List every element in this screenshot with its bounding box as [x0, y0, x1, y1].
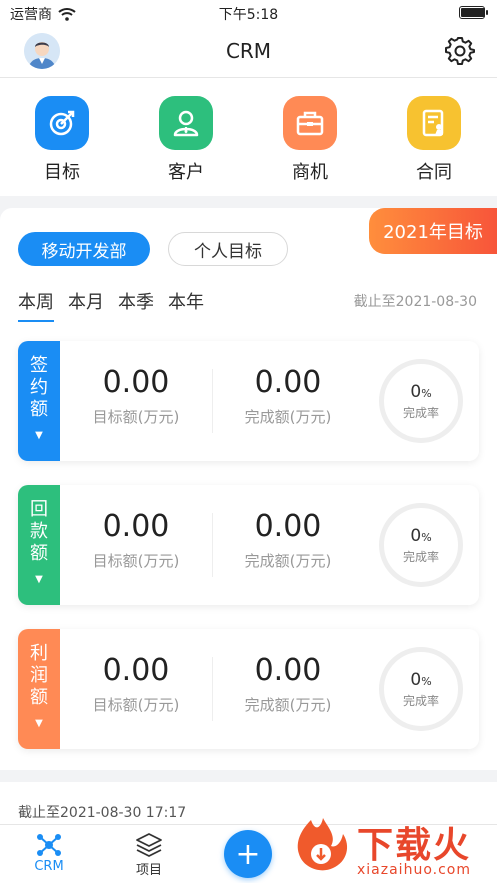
metric-done: 0.00 完成额(万元) — [208, 365, 368, 427]
completion-rate-label: 完成率 — [402, 406, 439, 420]
watermark-text: 下载火 — [357, 825, 472, 866]
completion-rate: 0% — [384, 670, 458, 690]
metric-target: 0.00 目标额(万元) — [56, 509, 216, 571]
caret-down-icon: ▼ — [35, 718, 43, 729]
deadline-label: 截止至2021-08-30 — [353, 294, 477, 310]
plus-icon: + — [235, 836, 261, 872]
person-icon — [173, 110, 199, 137]
completion-ring: 0% 完成率 — [379, 647, 463, 731]
metric-side-char: 润 — [30, 665, 48, 686]
metric-side-char: 额 — [30, 399, 48, 420]
tab-label: 项目 — [135, 863, 162, 878]
completion-rate-unit: % — [421, 675, 432, 688]
nav-bar: CRM — [0, 26, 497, 78]
quick-action-label: 客户 — [168, 162, 204, 183]
status-bar: 运营商 下午5:18 — [0, 0, 497, 26]
caret-down-icon: ▼ — [35, 430, 43, 441]
period-tab-year[interactable]: 本年 — [168, 288, 204, 322]
metric-side-tab[interactable]: 回 款 额 ▼ — [18, 485, 60, 605]
metric-side-tab[interactable]: 利 润 额 ▼ — [18, 629, 60, 749]
quick-action-label: 商机 — [292, 162, 328, 183]
completion-rate-value: 0 — [410, 526, 422, 546]
watermark-url: xiazaihuo.com — [357, 862, 471, 878]
metric-target-label: 目标额(万元) — [92, 696, 180, 714]
battery-icon — [459, 6, 488, 19]
contract-tile — [407, 96, 461, 150]
quick-action-contract[interactable]: 合同 — [394, 96, 474, 184]
layers-icon — [114, 831, 184, 859]
metric-card-collection[interactable]: 回 款 额 ▼ 0.00 目标额(万元) 0.00 完成额(万元) 0% 完成率 — [18, 485, 479, 605]
metric-side-char: 回 — [30, 499, 48, 520]
status-time: 下午5:18 — [218, 7, 279, 23]
metric-done: 0.00 完成额(万元) — [208, 653, 368, 715]
metric-card-profit[interactable]: 利 润 额 ▼ 0.00 目标额(万元) 0.00 完成额(万元) 0% 完成率 — [18, 629, 479, 749]
quick-action-target[interactable]: 目标 — [22, 96, 102, 184]
caret-down-icon: ▼ — [35, 574, 43, 585]
footer-deadline: 截止至2021-08-30 17:17 — [18, 805, 187, 821]
metric-side-char: 约 — [30, 377, 48, 398]
target-icon — [49, 110, 75, 136]
tab-label: CRM — [34, 859, 64, 874]
completion-rate-unit: % — [421, 387, 432, 400]
completion-rate-unit: % — [421, 531, 432, 544]
scope-tab-department[interactable]: 移动开发部 — [18, 232, 150, 266]
metric-target-label: 目标额(万元) — [92, 552, 180, 570]
completion-rate: 0% — [384, 382, 458, 402]
metric-target-value: 0.00 — [102, 365, 170, 400]
quick-action-label: 合同 — [416, 162, 452, 183]
period-tab-week[interactable]: 本周 — [18, 288, 54, 322]
tab-crm[interactable]: CRM — [14, 831, 84, 874]
metric-side-tab[interactable]: 签 约 额 ▼ — [18, 341, 60, 461]
quick-action-customer[interactable]: 客户 — [146, 96, 226, 184]
metric-target-value: 0.00 — [102, 653, 170, 688]
metric-side-char: 利 — [30, 643, 48, 664]
metric-done-label: 完成额(万元) — [244, 552, 332, 570]
completion-ring: 0% 完成率 — [379, 503, 463, 587]
quick-action-opportunity[interactable]: 商机 — [270, 96, 350, 184]
period-tab-quarter[interactable]: 本季 — [118, 288, 154, 322]
scope-tab-personal[interactable]: 个人目标 — [168, 232, 288, 266]
completion-rate-label: 完成率 — [402, 694, 439, 708]
completion-ring: 0% 完成率 — [379, 359, 463, 443]
quick-actions: 目标 客户 商机 合同 — [0, 78, 497, 196]
metric-done-value: 0.00 — [254, 653, 322, 688]
page-title: CRM — [225, 39, 272, 63]
metric-target: 0.00 目标额(万元) — [56, 653, 216, 715]
metric-done: 0.00 完成额(万元) — [208, 509, 368, 571]
opportunity-tile — [283, 96, 337, 150]
metric-target: 0.00 目标额(万元) — [56, 365, 216, 427]
metric-target-label: 目标额(万元) — [92, 408, 180, 426]
quick-action-label: 目标 — [44, 162, 80, 183]
watermark-logo-icon — [297, 818, 348, 871]
network-icon — [14, 831, 84, 859]
customer-tile — [159, 96, 213, 150]
target-tile — [35, 96, 89, 150]
metric-done-value: 0.00 — [254, 509, 322, 544]
metric-side-char: 款 — [30, 521, 48, 542]
gear-icon[interactable] — [445, 36, 475, 66]
completion-rate-value: 0 — [410, 382, 422, 402]
metric-done-value: 0.00 — [254, 365, 322, 400]
year-goal-badge[interactable]: 2021年目标 — [369, 208, 497, 254]
goals-card: 2021年目标 移动开发部 个人目标 本周 本月 本季 本年 截止至2021-0… — [0, 208, 497, 770]
metric-done-label: 完成额(万元) — [244, 408, 332, 426]
completion-rate: 0% — [384, 526, 458, 546]
metric-target-value: 0.00 — [102, 509, 170, 544]
metric-done-label: 完成额(万元) — [244, 696, 332, 714]
tab-projects[interactable]: 项目 — [114, 831, 184, 878]
period-tab-month[interactable]: 本月 — [68, 288, 104, 322]
briefcase-icon — [296, 111, 324, 136]
completion-rate-label: 完成率 — [402, 550, 439, 564]
metric-side-char: 额 — [30, 687, 48, 708]
watermark: 下载火 xiazaihuo.com — [291, 812, 491, 882]
metric-card-signed[interactable]: 签 约 额 ▼ 0.00 目标额(万元) 0.00 完成额(万元) 0% 完成率 — [18, 341, 479, 461]
add-button[interactable]: + — [224, 830, 272, 878]
completion-rate-value: 0 — [410, 670, 422, 690]
contract-icon — [422, 109, 444, 137]
period-tabs: 本周 本月 本季 本年 — [18, 288, 204, 322]
metric-side-char: 额 — [30, 543, 48, 564]
metric-side-char: 签 — [30, 355, 48, 376]
